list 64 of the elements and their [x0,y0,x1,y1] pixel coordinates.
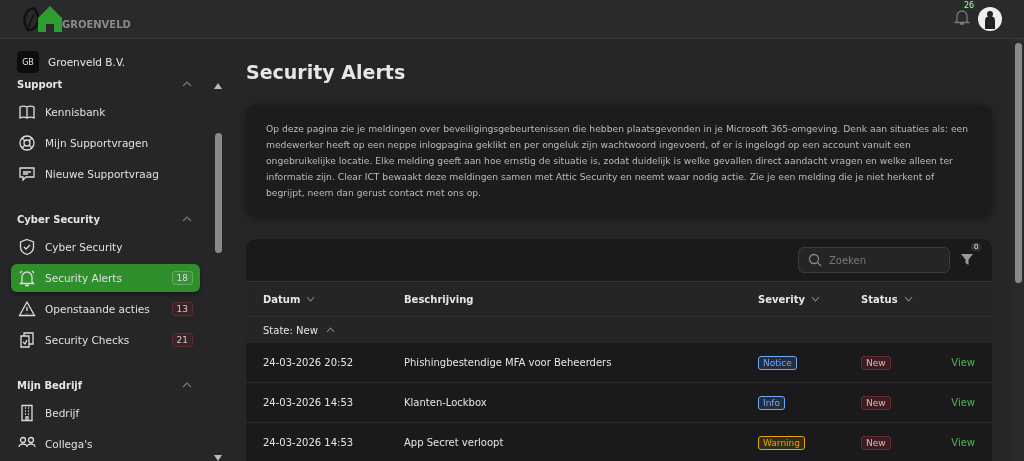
table-cell: 24-03-2026 14:53 [263,397,354,408]
search-icon [808,253,822,267]
sidebar-item[interactable]: Kennisbank [11,98,200,126]
search-field[interactable]: Zoeken [798,247,950,273]
sort-icon[interactable] [810,296,820,302]
sidebar-item[interactable]: Nieuwe Supportvraag [11,160,200,188]
view-link[interactable]: View [951,397,975,408]
view-link[interactable]: View [951,357,975,368]
shield-icon [18,238,36,256]
chevron-icon[interactable] [325,327,335,333]
sidebar-item[interactable]: Openstaande acties 13 [11,295,200,323]
building-icon [18,404,36,422]
view-link[interactable]: View [951,437,975,448]
table-cell: 24-03-2026 20:52 [263,357,354,368]
count-badge: 13 [171,302,193,316]
warning-icon [18,300,36,318]
chevron-icon[interactable] [182,216,192,222]
bell-icon[interactable] [954,8,970,26]
group-label: State: New [263,324,318,336]
section-heading: Mijn Bedrijf [17,379,83,391]
severity-tag: Info [758,395,786,410]
scrollbar-thumb[interactable] [1014,43,1022,283]
table-cell: Phishingbestendige MFA voor Beheerders [404,357,612,368]
clipboard-icon [18,331,36,349]
sidebar-item[interactable]: Collega's [11,430,200,458]
organization-name: Groenveld B.V. [48,56,126,68]
chevron-icon[interactable] [182,81,192,87]
lifebuoy-icon [18,134,36,152]
bell-icon [18,269,36,287]
column-header[interactable]: Datum [263,293,301,305]
severity-tag: Warning [758,435,805,450]
count-badge: 18 [171,271,193,285]
book-icon [18,103,36,121]
status-tag: New [861,355,891,370]
sidebar-item[interactable]: Bedrijf [11,399,200,427]
table-cell: Klanten-Lockbox [404,397,487,408]
chat-icon [18,165,36,183]
table-cell: 24-03-2026 14:53 [263,437,354,448]
chevron-icon[interactable] [182,382,192,388]
section-heading: Cyber Security [17,213,100,225]
sidebar-item[interactable]: Security Checks 21 [11,326,200,354]
scroll-up-icon[interactable] [214,83,222,89]
column-header[interactable]: Status [861,293,898,305]
description-text: Op deze pagina zie je meldingen over beveiligingsgebeurtenissen die hebben plaatsgevonden in je Microsoft 365-omgeving. Denk aan situaties als: een medewerker heeft op een neppe inlogpagina geklikt en per ongeluk zijn wachtwoord ingevoerd, of er is ingelogd op een account vanuit een ongebruikelijke locatie. Elke melding geeft aan hoe ernstig de situatie is, zodat duidelijk is welke gevallen direct aandacht vragen en welke alleen ter informatie zijn. Clear ICT bewaakt deze meldingen samen met Attic Security en neemt waar nodig actie. Zie je een melding die je niet herkent of begrijpt, neem dan gerust contact met ons op. [266,122,970,200]
status-tag: New [861,395,891,410]
sidebar-item[interactable]: Cyber Security [11,233,200,261]
sort-icon[interactable] [903,296,913,302]
table-cell: App Secret verloopt [404,437,504,448]
notification-count: 26 [962,1,977,10]
severity-tag: Notice [758,355,797,370]
section-heading: Support [17,78,63,90]
scrollbar-thumb[interactable] [214,133,222,253]
status-tag: New [861,435,891,450]
sort-icon[interactable] [306,296,316,302]
brand-name: GROENVELD [62,19,131,30]
page-title: Security Alerts [246,61,407,83]
scroll-down-icon[interactable] [214,455,222,461]
sidebar-item[interactable]: Mijn Supportvragen [11,129,200,157]
count-badge: 21 [171,333,193,347]
avatar[interactable] [978,7,1002,31]
column-header[interactable]: Severity [758,293,805,305]
organization-initials: GB [17,51,39,73]
filter-icon[interactable] [960,251,974,266]
column-header[interactable]: Beschrijving [404,293,474,305]
